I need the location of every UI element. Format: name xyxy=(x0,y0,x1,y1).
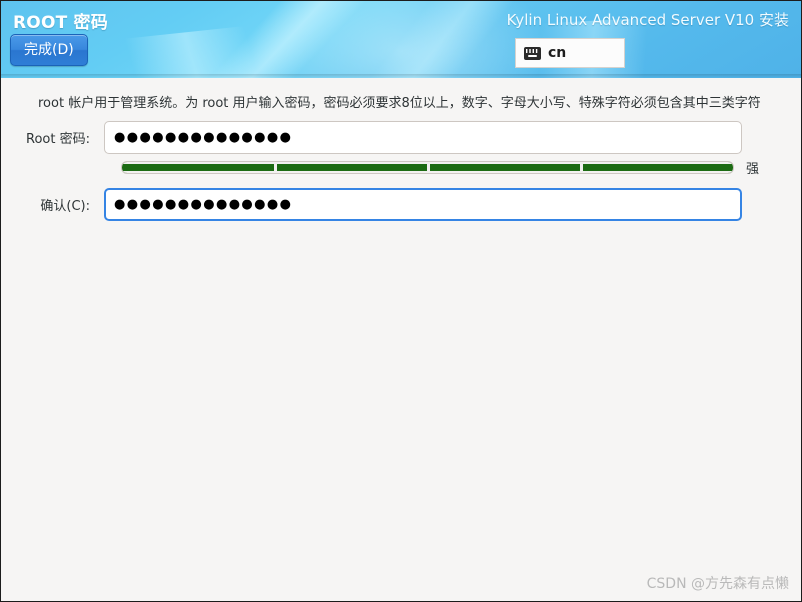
root-password-value: ●●●●●●●●●●●●●● xyxy=(114,130,293,145)
password-strength-row: 强 xyxy=(121,159,759,177)
confirm-password-label: 确认(C): xyxy=(40,199,90,214)
main-content: root 帐户用于管理系统。为 root 用户输入密码，密码必须要求8位以上，数… xyxy=(1,78,801,601)
installer-header: ROOT 密码 Kylin Linux Advanced Server V10 … xyxy=(1,1,801,78)
confirm-password-input[interactable]: ●●●●●●●●●●●●●● xyxy=(104,188,742,221)
installer-window: ROOT 密码 Kylin Linux Advanced Server V10 … xyxy=(0,0,802,602)
strength-segment-divider xyxy=(580,161,583,173)
strength-segment-divider xyxy=(274,161,277,173)
password-strength-bar xyxy=(121,160,734,174)
root-password-row: Root 密码: ●●●●●●●●●●●●●● xyxy=(1,121,742,154)
keyboard-layout-indicator[interactable]: cn xyxy=(515,38,625,68)
product-title: Kylin Linux Advanced Server V10 安装 xyxy=(506,11,789,29)
confirm-password-row: 确认(C): ●●●●●●●●●●●●●● xyxy=(1,188,742,221)
page-title: ROOT 密码 xyxy=(13,13,108,33)
password-description: root 帐户用于管理系统。为 root 用户输入密码，密码必须要求8位以上，数… xyxy=(38,96,761,111)
root-password-input[interactable]: ●●●●●●●●●●●●●● xyxy=(104,121,742,154)
strength-segment-divider xyxy=(427,161,430,173)
confirm-password-value: ●●●●●●●●●●●●●● xyxy=(114,197,293,212)
watermark: CSDN @方先森有点懒 xyxy=(646,576,789,592)
root-password-label: Root 密码: xyxy=(26,132,90,147)
done-button[interactable]: 完成(D) xyxy=(10,34,88,66)
password-strength-label: 强 xyxy=(745,161,759,177)
keyboard-icon xyxy=(524,46,541,60)
keyboard-layout-label: cn xyxy=(548,45,567,61)
